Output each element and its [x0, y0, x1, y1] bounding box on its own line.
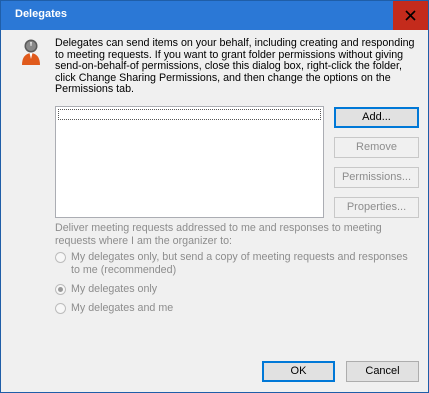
- radio-circle-checked: [55, 284, 66, 295]
- add-button[interactable]: Add...: [334, 107, 419, 128]
- properties-button[interactable]: Properties...: [334, 197, 419, 218]
- description-text: Delegates can send items on your behalf,…: [55, 37, 415, 96]
- radio-delegates-and-me[interactable]: My delegates and me: [55, 302, 415, 316]
- dialog-title: Delegates: [15, 8, 67, 20]
- person-icon: [22, 39, 40, 65]
- list-focus-rect: [58, 109, 321, 120]
- close-icon: [405, 10, 416, 21]
- permissions-button[interactable]: Permissions...: [334, 167, 419, 188]
- radio-label: My delegates and me: [71, 302, 174, 314]
- radio-label: My delegates only, but send a copy of me…: [71, 251, 408, 276]
- radio-circle: [55, 303, 66, 314]
- delegates-list[interactable]: [55, 106, 324, 218]
- radio-delegates-only[interactable]: My delegates only: [55, 283, 415, 297]
- remove-button[interactable]: Remove: [334, 137, 419, 158]
- ok-button[interactable]: OK: [262, 361, 335, 382]
- cancel-button[interactable]: Cancel: [346, 361, 419, 382]
- radio-delegates-copy-to-me[interactable]: My delegates only, but send a copy of me…: [55, 251, 415, 279]
- radio-label: My delegates only: [71, 283, 158, 295]
- deliver-label: Deliver meeting requests addressed to me…: [55, 222, 382, 247]
- radio-circle: [55, 252, 66, 263]
- delegates-dialog: Delegates Delegates can send items on yo…: [0, 0, 429, 393]
- close-button[interactable]: [393, 1, 428, 30]
- title-bar[interactable]: Delegates: [1, 1, 428, 30]
